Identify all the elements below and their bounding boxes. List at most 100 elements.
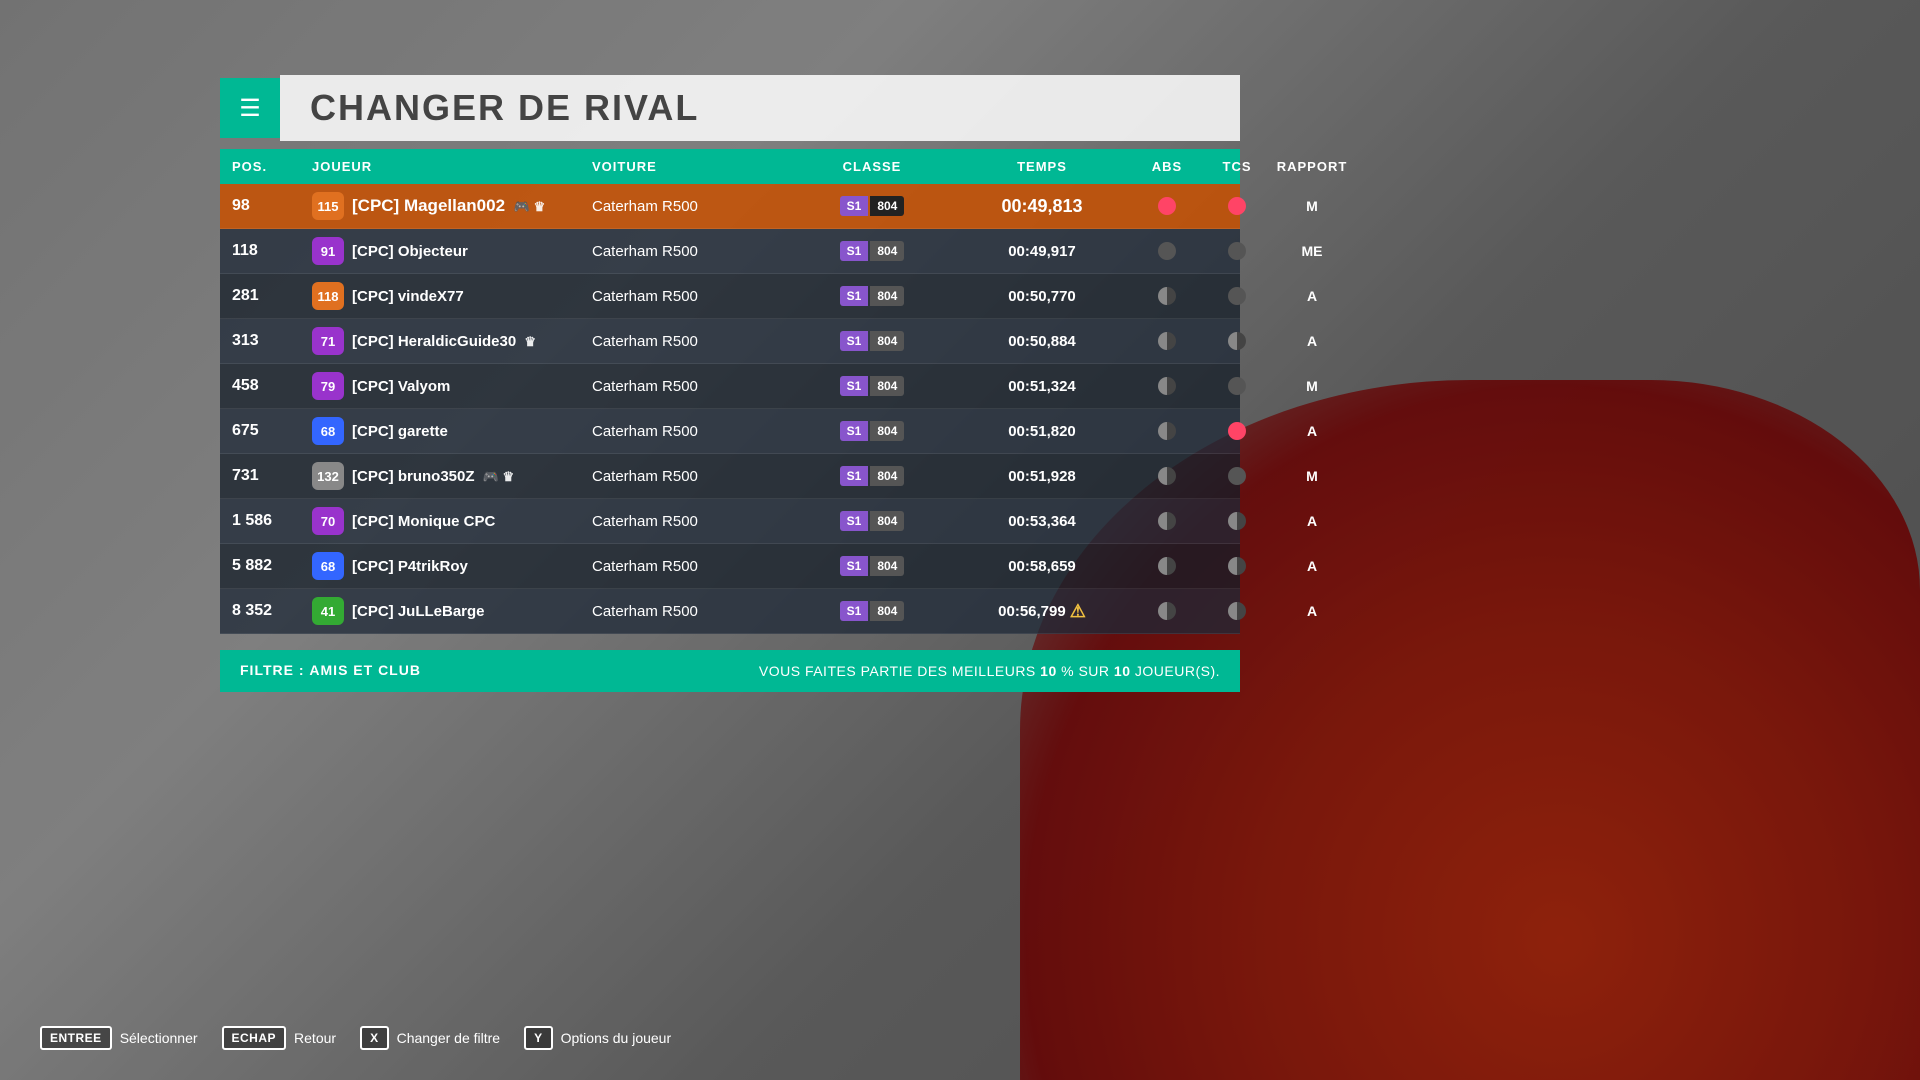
table-row[interactable]: 281 118 [CPC] vindeX77 Caterham R500 S18… — [220, 274, 1240, 319]
header: ☰ CHANGER DE RIVAL — [220, 75, 1240, 141]
player-cell: 68 [CPC] P4trikRoy — [312, 552, 592, 580]
abs-dot — [1158, 467, 1176, 485]
temps-cell: 00:56,799⚠ — [952, 601, 1132, 622]
level-badge: 68 — [312, 417, 344, 445]
class-s1: S1 — [840, 376, 869, 396]
player-cell: 91 [CPC] Objecteur — [312, 237, 592, 265]
abs-cell — [1132, 197, 1202, 215]
filter-sur: % SUR — [1057, 663, 1114, 679]
pos-cell: 8 352 — [232, 602, 312, 620]
temps-cell: 00:50,770 — [952, 288, 1132, 305]
key-badge[interactable]: ENTREE — [40, 1026, 112, 1050]
abs-dot — [1158, 557, 1176, 575]
key-badge[interactable]: Y — [524, 1026, 553, 1050]
rapport-cell: M — [1272, 378, 1352, 394]
pos-cell: 98 — [232, 197, 312, 215]
pos-cell: 313 — [232, 332, 312, 350]
bottom-bar: ENTREE Sélectionner ECHAP Retour X Chang… — [40, 1026, 671, 1050]
class-rating: 804 — [870, 511, 904, 531]
col-abs: ABS — [1132, 159, 1202, 174]
level-badge: 132 — [312, 462, 344, 490]
abs-cell — [1132, 512, 1202, 530]
key-badge[interactable]: X — [360, 1026, 389, 1050]
control-item: ENTREE Sélectionner — [40, 1026, 198, 1050]
player-icons: 🎮 ♛ — [514, 199, 545, 214]
classe-cell: S1804 — [792, 466, 952, 486]
abs-cell — [1132, 287, 1202, 305]
tcs-dot — [1228, 332, 1246, 350]
classe-cell: S1804 — [792, 556, 952, 576]
filter-total: 10 — [1114, 663, 1131, 679]
table-row[interactable]: 458 79 [CPC] Valyom Caterham R500 S1804 … — [220, 364, 1240, 409]
temps-cell: 00:53,364 — [952, 513, 1132, 530]
voiture-cell: Caterham R500 — [592, 288, 792, 305]
classe-cell: S1804 — [792, 421, 952, 441]
class-s1: S1 — [840, 421, 869, 441]
table-header: POS. JOUEUR VOITURE CLASSE TEMPS ABS TCS… — [220, 149, 1240, 184]
col-temps: TEMPS — [952, 159, 1132, 174]
key-label: Options du joueur — [561, 1030, 672, 1046]
class-rating: 804 — [870, 331, 904, 351]
level-badge: 91 — [312, 237, 344, 265]
class-rating: 804 — [870, 376, 904, 396]
voiture-cell: Caterham R500 — [592, 423, 792, 440]
table-row[interactable]: 731 132 [CPC] bruno350Z 🎮 ♛ Caterham R50… — [220, 454, 1240, 499]
col-pos: POS. — [232, 159, 312, 174]
filter-left: FILTRE : AMIS ET CLUB — [240, 662, 421, 680]
voiture-cell: Caterham R500 — [592, 333, 792, 350]
rapport-cell: M — [1272, 198, 1352, 214]
class-rating: 804 — [870, 421, 904, 441]
table-row[interactable]: 5 882 68 [CPC] P4trikRoy Caterham R500 S… — [220, 544, 1240, 589]
class-s1: S1 — [840, 601, 869, 621]
table-row[interactable]: 98 115 [CPC] Magellan002 🎮 ♛ Caterham R5… — [220, 184, 1240, 229]
level-badge: 118 — [312, 282, 344, 310]
class-rating: 804 — [870, 466, 904, 486]
table-row[interactable]: 8 352 41 [CPC] JuLLeBarge Caterham R500 … — [220, 589, 1240, 634]
voiture-cell: Caterham R500 — [592, 243, 792, 260]
table-row[interactable]: 118 91 [CPC] Objecteur Caterham R500 S18… — [220, 229, 1240, 274]
pos-cell: 281 — [232, 287, 312, 305]
abs-dot — [1158, 422, 1176, 440]
tcs-cell — [1202, 422, 1272, 440]
player-name: [CPC] Monique CPC — [352, 513, 495, 530]
tcs-dot — [1228, 422, 1246, 440]
table-row[interactable]: 675 68 [CPC] garette Caterham R500 S1804… — [220, 409, 1240, 454]
class-rating: 804 — [870, 286, 904, 306]
voiture-cell: Caterham R500 — [592, 468, 792, 485]
table-row[interactable]: 313 71 [CPC] HeraldicGuide30 ♛ Caterham … — [220, 319, 1240, 364]
temps-cell: 00:50,884 — [952, 333, 1132, 350]
temps-cell: 00:51,324 — [952, 378, 1132, 395]
class-s1: S1 — [840, 331, 869, 351]
level-badge: 71 — [312, 327, 344, 355]
player-cell: 41 [CPC] JuLLeBarge — [312, 597, 592, 625]
tcs-cell — [1202, 512, 1272, 530]
main-container: ☰ CHANGER DE RIVAL POS. JOUEUR VOITURE C… — [220, 75, 1240, 692]
table-row[interactable]: 1 586 70 [CPC] Monique CPC Caterham R500… — [220, 499, 1240, 544]
abs-dot — [1158, 242, 1176, 260]
class-s1: S1 — [840, 556, 869, 576]
abs-dot — [1158, 332, 1176, 350]
tcs-cell — [1202, 287, 1272, 305]
abs-cell — [1132, 377, 1202, 395]
temps-cell: 00:49,813 — [952, 196, 1132, 217]
classe-cell: S1804 — [792, 331, 952, 351]
tcs-dot — [1228, 602, 1246, 620]
rapport-cell: A — [1272, 558, 1352, 574]
abs-cell — [1132, 467, 1202, 485]
player-icons: ♛ — [524, 334, 536, 349]
abs-cell — [1132, 422, 1202, 440]
tcs-cell — [1202, 332, 1272, 350]
key-badge[interactable]: ECHAP — [222, 1026, 287, 1050]
classe-cell: S1804 — [792, 241, 952, 261]
pos-cell: 5 882 — [232, 557, 312, 575]
class-s1: S1 — [840, 511, 869, 531]
voiture-cell: Caterham R500 — [592, 378, 792, 395]
class-s1: S1 — [840, 241, 869, 261]
col-tcs: TCS — [1202, 159, 1272, 174]
pos-cell: 118 — [232, 242, 312, 260]
class-rating: 804 — [870, 241, 904, 261]
abs-cell — [1132, 242, 1202, 260]
voiture-cell: Caterham R500 — [592, 513, 792, 530]
tcs-cell — [1202, 602, 1272, 620]
control-item: Y Options du joueur — [524, 1026, 671, 1050]
